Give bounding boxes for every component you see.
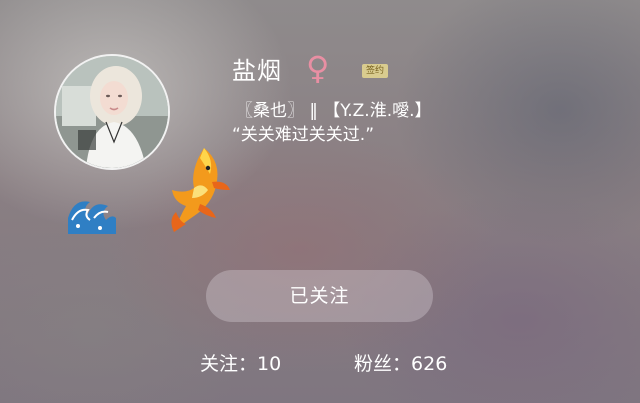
fans-count: 626	[411, 353, 448, 375]
female-gender-icon: ♀	[306, 49, 330, 87]
following-stat[interactable]: 关注：10	[200, 351, 281, 377]
profile-bio-line-2: “关关难过关关过.”	[232, 125, 375, 145]
wave-icon	[68, 201, 116, 234]
sign-badge: 签约	[362, 64, 389, 78]
fans-stat[interactable]: 粉丝：626	[354, 351, 447, 377]
koi-fish-icon	[171, 148, 230, 232]
fans-label: 粉丝：	[354, 353, 412, 375]
followed-button[interactable]: 已关注	[206, 270, 433, 322]
following-label: 关注：	[200, 353, 258, 375]
avatar[interactable]	[54, 54, 230, 234]
profile-screen: 盐烟 ♀ 签约 〖桑也〗 ‖ 【Y.Z.淮.噯.】 “关关难过关关过.” 已关注…	[0, 0, 640, 403]
following-count: 10	[257, 353, 282, 375]
profile-name: 盐烟	[232, 57, 282, 85]
profile-bio-line-1: 〖桑也〗 ‖ 【Y.Z.淮.噯.】	[236, 101, 432, 121]
avatar-photo	[54, 54, 170, 170]
